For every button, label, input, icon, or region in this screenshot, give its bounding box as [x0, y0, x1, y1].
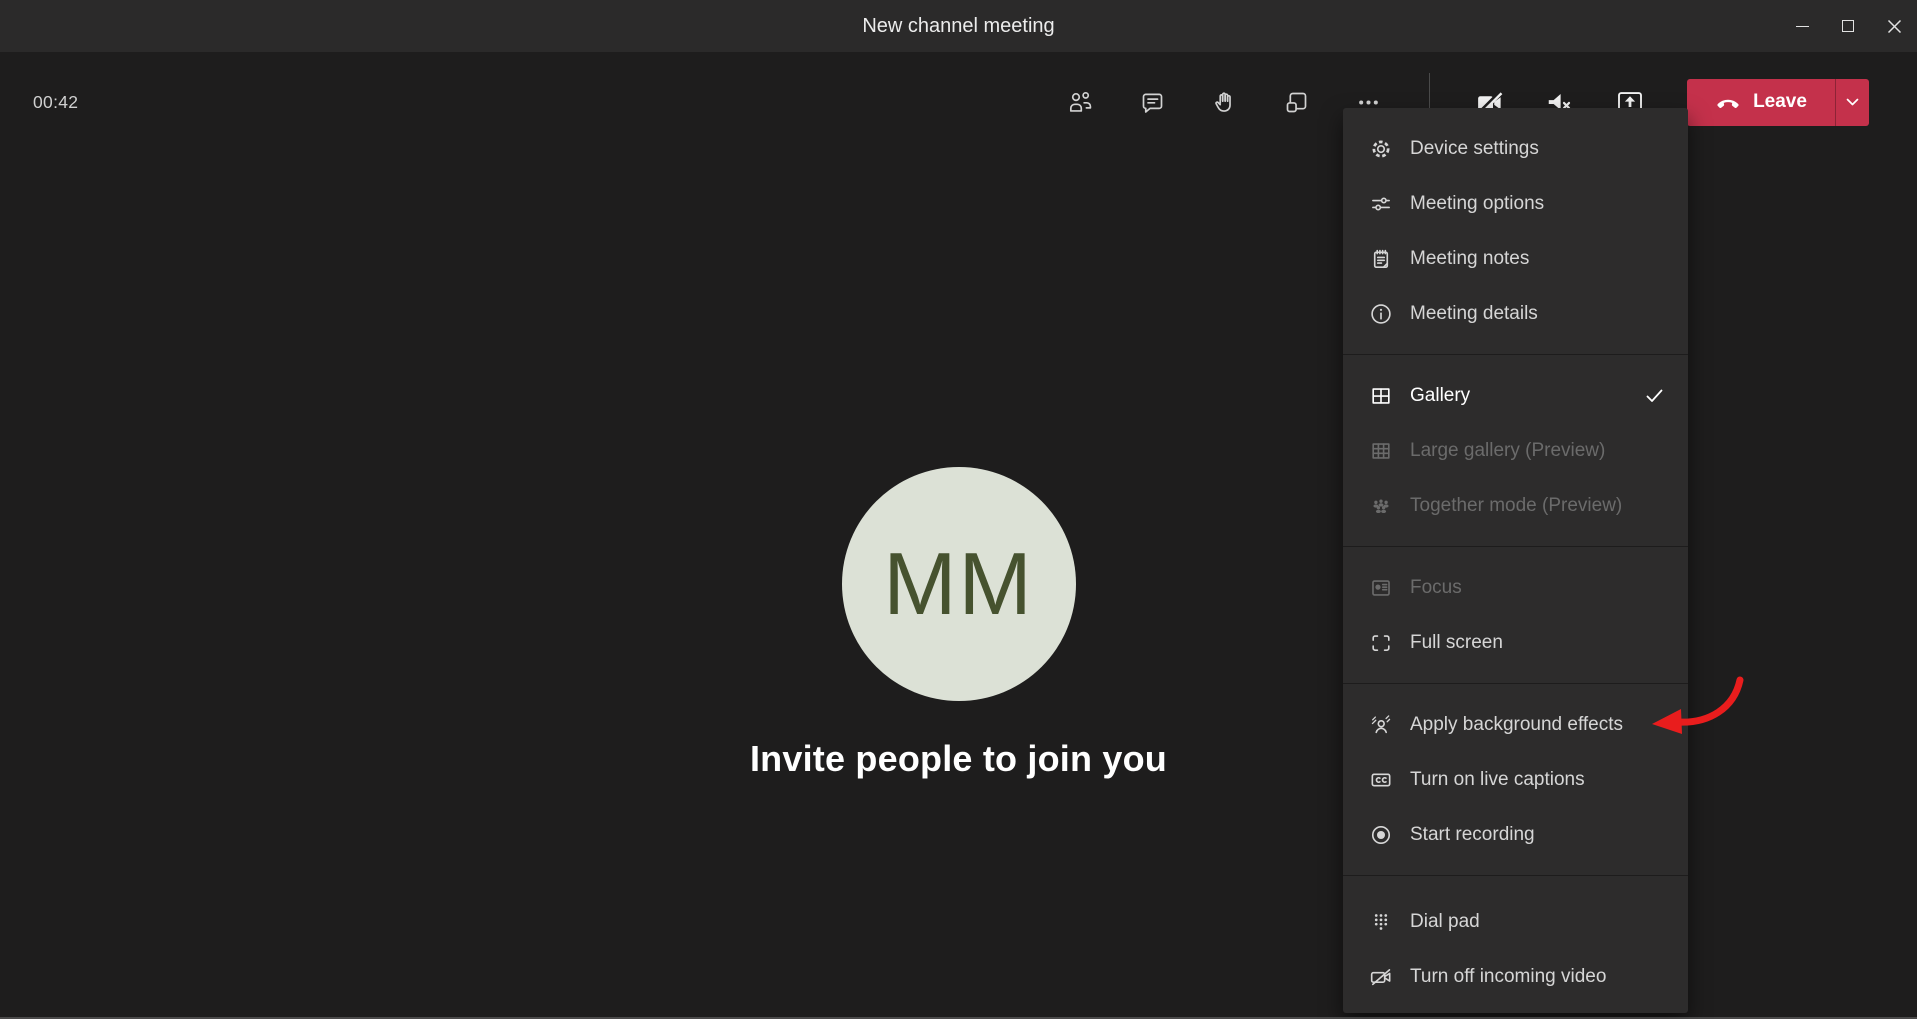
menu-item-meeting-notes[interactable]: Meeting notes — [1343, 231, 1688, 286]
menu-section-misc: Dial pad Turn off incoming video — [1343, 876, 1688, 1013]
teams-meeting-window: { "window": { "title": "New channel meet… — [0, 0, 1917, 1019]
menu-item-live-captions[interactable]: Turn on live captions — [1343, 752, 1688, 807]
check-icon — [1646, 389, 1663, 403]
menu-item-together-mode: Together mode (Preview) — [1343, 478, 1688, 533]
annotation-arrow — [1643, 668, 1749, 746]
more-actions-menu: Device settings Meeting options Meeting … — [1343, 108, 1688, 1013]
chat-icon — [1139, 89, 1166, 116]
menu-item-device-settings[interactable]: Device settings — [1343, 121, 1688, 176]
menu-section-settings: Device settings Meeting options Meeting … — [1343, 108, 1688, 354]
menu-item-meeting-details[interactable]: Meeting details — [1343, 286, 1688, 341]
maximize-button[interactable] — [1825, 0, 1871, 52]
menu-item-start-recording[interactable]: Start recording — [1343, 807, 1688, 862]
chevron-down-icon — [1846, 98, 1859, 107]
gallery-grid-icon — [1368, 383, 1394, 409]
chat-button[interactable] — [1116, 79, 1188, 126]
menu-item-gallery[interactable]: Gallery — [1343, 368, 1688, 423]
show-participants-button[interactable] — [1044, 79, 1116, 126]
raise-hand-button[interactable] — [1188, 79, 1260, 126]
leave-options-button[interactable] — [1836, 79, 1869, 126]
red-arrow-icon — [1643, 668, 1749, 746]
menu-item-full-screen[interactable]: Full screen — [1343, 615, 1688, 670]
gear-icon — [1368, 136, 1394, 162]
menu-item-focus: Focus — [1343, 560, 1688, 615]
info-icon — [1368, 301, 1394, 327]
meeting-timer: 00:42 — [33, 92, 78, 113]
hangup-phone-icon — [1715, 89, 1741, 115]
window-controls — [1779, 0, 1917, 52]
presentation-icon — [1368, 575, 1394, 601]
maximize-icon — [1842, 20, 1854, 32]
menu-section-layout: Gallery Large gallery (Preview) Tog — [1343, 355, 1688, 546]
breakout-rooms-button[interactable] — [1260, 79, 1332, 126]
dialpad-icon — [1368, 909, 1394, 935]
leave-label: Leave — [1753, 91, 1807, 113]
camera-slash-icon — [1368, 964, 1394, 990]
large-gallery-grid-icon — [1368, 438, 1394, 464]
titlebar: New channel meeting — [0, 0, 1917, 52]
raised-hand-icon — [1211, 89, 1238, 116]
people-group-icon — [1368, 493, 1394, 519]
menu-item-dial-pad[interactable]: Dial pad — [1343, 894, 1688, 949]
sliders-icon — [1368, 191, 1394, 217]
minimize-button[interactable] — [1779, 0, 1825, 52]
window-title: New channel meeting — [0, 0, 1917, 52]
close-button[interactable] — [1871, 0, 1917, 52]
menu-item-large-gallery: Large gallery (Preview) — [1343, 423, 1688, 478]
menu-item-apply-background-effects[interactable]: Apply background effects — [1343, 697, 1688, 752]
avatar: MM — [842, 467, 1076, 701]
notepad-icon — [1368, 246, 1394, 272]
record-icon — [1368, 822, 1394, 848]
avatar-initials: MM — [883, 533, 1034, 635]
background-effects-icon — [1368, 712, 1394, 738]
leave-button-group: Leave — [1687, 79, 1869, 126]
menu-item-meeting-options[interactable]: Meeting options — [1343, 176, 1688, 231]
close-icon — [1887, 19, 1902, 34]
menu-item-turn-off-incoming-video[interactable]: Turn off incoming video — [1343, 949, 1688, 1004]
menu-section-view: Focus Full screen — [1343, 547, 1688, 683]
closed-captions-icon — [1368, 767, 1394, 793]
leave-button[interactable]: Leave — [1687, 79, 1835, 126]
breakout-rooms-icon — [1283, 89, 1310, 116]
minimize-icon — [1796, 26, 1809, 27]
fullscreen-icon — [1368, 630, 1394, 656]
menu-section-effects: Apply background effects Turn on live ca… — [1343, 684, 1688, 875]
people-icon — [1067, 89, 1094, 116]
